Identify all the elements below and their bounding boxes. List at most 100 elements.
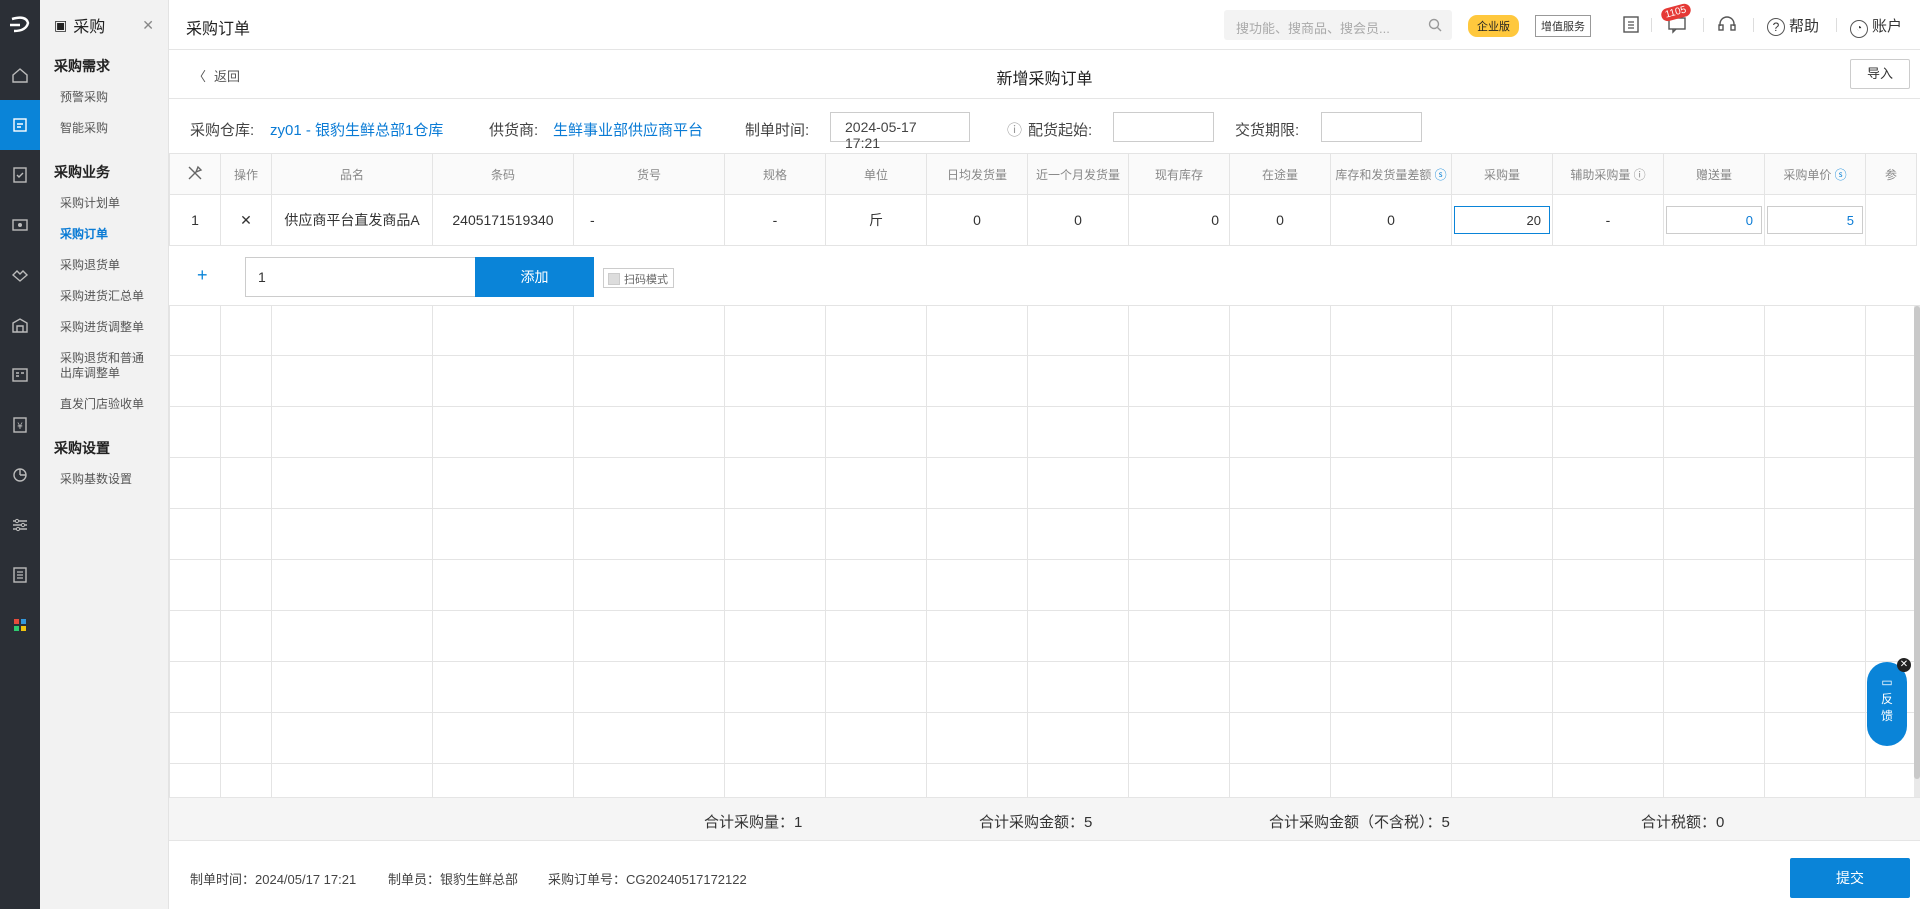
headset-icon[interactable] bbox=[1717, 14, 1737, 37]
handshake-icon[interactable] bbox=[0, 250, 40, 300]
sidebar-item-purchase-summary[interactable]: 采购进货汇总单 bbox=[40, 281, 168, 312]
item-search-input[interactable]: 1 bbox=[245, 257, 476, 297]
deadline-label: 交货期限: bbox=[1235, 122, 1300, 139]
search-input[interactable]: 搜功能、搜商品、搜会员... bbox=[1224, 10, 1452, 40]
add-button[interactable]: 添加 bbox=[475, 257, 594, 297]
footer-maker: 制单员：银豹生鲜总部 bbox=[388, 872, 519, 887]
module-title: 采购 bbox=[73, 19, 106, 36]
col-more: 参 bbox=[1865, 153, 1917, 195]
clipboard-icon[interactable] bbox=[1622, 14, 1640, 37]
col-price-label: 采购单价 bbox=[1783, 167, 1832, 182]
deadline-field[interactable] bbox=[1321, 112, 1422, 142]
sidebar-item-warning-purchase[interactable]: 预警采购 bbox=[40, 82, 168, 113]
col-transit: 在途量 bbox=[1229, 153, 1331, 195]
supplier-select[interactable]: 生鲜事业部供应商平台 bbox=[553, 119, 703, 140]
time-field[interactable]: 2024-05-17 17:21 bbox=[830, 112, 970, 151]
top-bar: 采购订单 搜功能、搜商品、搜会员... 企业版 增值服务 1105 ? 帮助 ◔ 账… bbox=[169, 0, 1920, 50]
lightning-icon[interactable]: ⓢ bbox=[1435, 168, 1447, 182]
report-icon[interactable] bbox=[0, 350, 40, 400]
divider bbox=[1703, 18, 1704, 32]
app-logo-icon[interactable] bbox=[0, 0, 40, 50]
total-qty: 合计采购量：1 bbox=[704, 814, 803, 831]
warehouse-icon[interactable] bbox=[0, 300, 40, 350]
cell-diff: 0 bbox=[1330, 194, 1452, 246]
scrollbar-thumb[interactable] bbox=[1914, 306, 1920, 779]
col-diff: 库存和发货量差额 ⓢ bbox=[1330, 153, 1452, 195]
help-label: 帮助 bbox=[1789, 18, 1820, 35]
cell-transit: 0 bbox=[1229, 194, 1331, 246]
add-item-row: + 1 添加 扫码模式 bbox=[169, 247, 1920, 306]
sidebar-item-purchase-return[interactable]: 采购退货单 bbox=[40, 250, 168, 281]
col-aux-label: 辅助采购量 bbox=[1570, 167, 1631, 182]
empty-row bbox=[169, 763, 1917, 797]
account-label: 账户 bbox=[1872, 18, 1903, 35]
vertical-scrollbar[interactable] bbox=[1914, 306, 1920, 797]
dist-start-field[interactable] bbox=[1113, 112, 1214, 142]
scan-mode-toggle[interactable]: 扫码模式 bbox=[603, 268, 674, 288]
feedback-label-1: 反 bbox=[1880, 692, 1893, 706]
chart-icon[interactable] bbox=[0, 450, 40, 500]
question-icon[interactable]: ⓘ bbox=[1007, 119, 1022, 140]
order-form: 采购仓库: zy01 - 银豹生鲜总部1仓库 供货商: 生鲜事业部供应商平台 制… bbox=[169, 99, 1920, 153]
delete-row-icon[interactable]: ✕ bbox=[220, 194, 272, 246]
feedback-button[interactable]: ✕ ▭ 反 馈 bbox=[1867, 658, 1911, 746]
column-settings-icon[interactable] bbox=[169, 153, 221, 195]
checkbox-icon bbox=[608, 273, 620, 285]
dist-start-label: 配货起始: bbox=[1028, 122, 1093, 139]
home-icon[interactable] bbox=[0, 50, 40, 100]
empty-row bbox=[169, 559, 1917, 611]
search-icon[interactable] bbox=[1428, 18, 1442, 35]
purchase-icon[interactable] bbox=[0, 100, 40, 150]
col-unit: 单位 bbox=[825, 153, 927, 195]
col-barcode: 条码 bbox=[432, 153, 574, 195]
divider bbox=[1651, 18, 1652, 32]
total-tax: 合计税额：0 bbox=[1641, 814, 1725, 831]
order-table: 操作 品名 条码 货号 规格 单位 日均发货量 近一个月发货量 现有库存 在途量… bbox=[169, 153, 1920, 797]
monitor-icon[interactable] bbox=[0, 200, 40, 250]
feedback-label-2: 馈 bbox=[1880, 709, 1893, 723]
submit-button[interactable]: 提交 bbox=[1790, 858, 1910, 898]
cell-gift: 0 bbox=[1663, 194, 1765, 246]
cell-name: 供应商平台直发商品A bbox=[271, 194, 433, 246]
sidebar-item-return-adjust[interactable]: 采购退货和普通出库调整单 bbox=[40, 343, 150, 389]
close-icon[interactable]: ✕ bbox=[142, 17, 154, 34]
help-link[interactable]: ? 帮助 bbox=[1767, 15, 1819, 36]
account-link[interactable]: ◔ 账户 bbox=[1850, 15, 1902, 38]
cell-barcode: 2405171519340 bbox=[432, 194, 574, 246]
close-icon[interactable]: ✕ bbox=[1897, 658, 1911, 672]
page-title: 采购订单 bbox=[186, 21, 251, 38]
sidebar-item-store-receipt[interactable]: 直发门店验收单 bbox=[40, 389, 168, 420]
lightning-icon[interactable]: ⓢ bbox=[1835, 168, 1847, 182]
cell-more bbox=[1865, 194, 1917, 246]
col-price: 采购单价 ⓢ bbox=[1764, 153, 1866, 195]
order-icon[interactable] bbox=[0, 150, 40, 200]
col-gift: 赠送量 bbox=[1663, 153, 1765, 195]
question-icon[interactable]: ⓘ bbox=[1634, 168, 1646, 182]
warehouse-select[interactable]: zy01 - 银豹生鲜总部1仓库 bbox=[270, 119, 443, 140]
sidebar-item-base-settings[interactable]: 采购基数设置 bbox=[40, 464, 168, 495]
user-icon: ◔ bbox=[1850, 20, 1868, 38]
scan-mode-label: 扫码模式 bbox=[624, 274, 668, 286]
inventory-icon[interactable] bbox=[0, 550, 40, 600]
empty-row bbox=[169, 661, 1917, 713]
value-added-button[interactable]: 增值服务 bbox=[1535, 15, 1591, 37]
empty-row bbox=[169, 610, 1917, 662]
sidebar-group-title: 采购业务 bbox=[54, 164, 110, 180]
cell-code: - bbox=[573, 194, 725, 246]
import-button[interactable]: 导入 bbox=[1850, 59, 1910, 89]
sidebar-item-purchase-order[interactable]: 采购订单 bbox=[40, 219, 168, 250]
enterprise-badge[interactable]: 企业版 bbox=[1468, 15, 1519, 37]
finance-icon[interactable]: ¥ bbox=[0, 400, 40, 450]
col-spec: 规格 bbox=[724, 153, 826, 195]
price-input[interactable]: 5 bbox=[1767, 206, 1863, 234]
apps-icon[interactable] bbox=[0, 600, 40, 650]
sidebar-item-smart-purchase[interactable]: 智能采购 bbox=[40, 113, 168, 144]
sidebar-item-purchase-adjust[interactable]: 采购进货调整单 bbox=[40, 312, 168, 343]
cell-qty: 20 bbox=[1451, 194, 1553, 246]
sidebar-item-purchase-plan[interactable]: 采购计划单 bbox=[40, 188, 168, 219]
qty-input[interactable]: 20 bbox=[1454, 206, 1550, 234]
gift-input[interactable]: 0 bbox=[1666, 206, 1762, 234]
cell-stock: 0 bbox=[1128, 194, 1230, 246]
plus-icon[interactable]: + bbox=[197, 265, 208, 286]
settings-icon[interactable] bbox=[0, 500, 40, 550]
